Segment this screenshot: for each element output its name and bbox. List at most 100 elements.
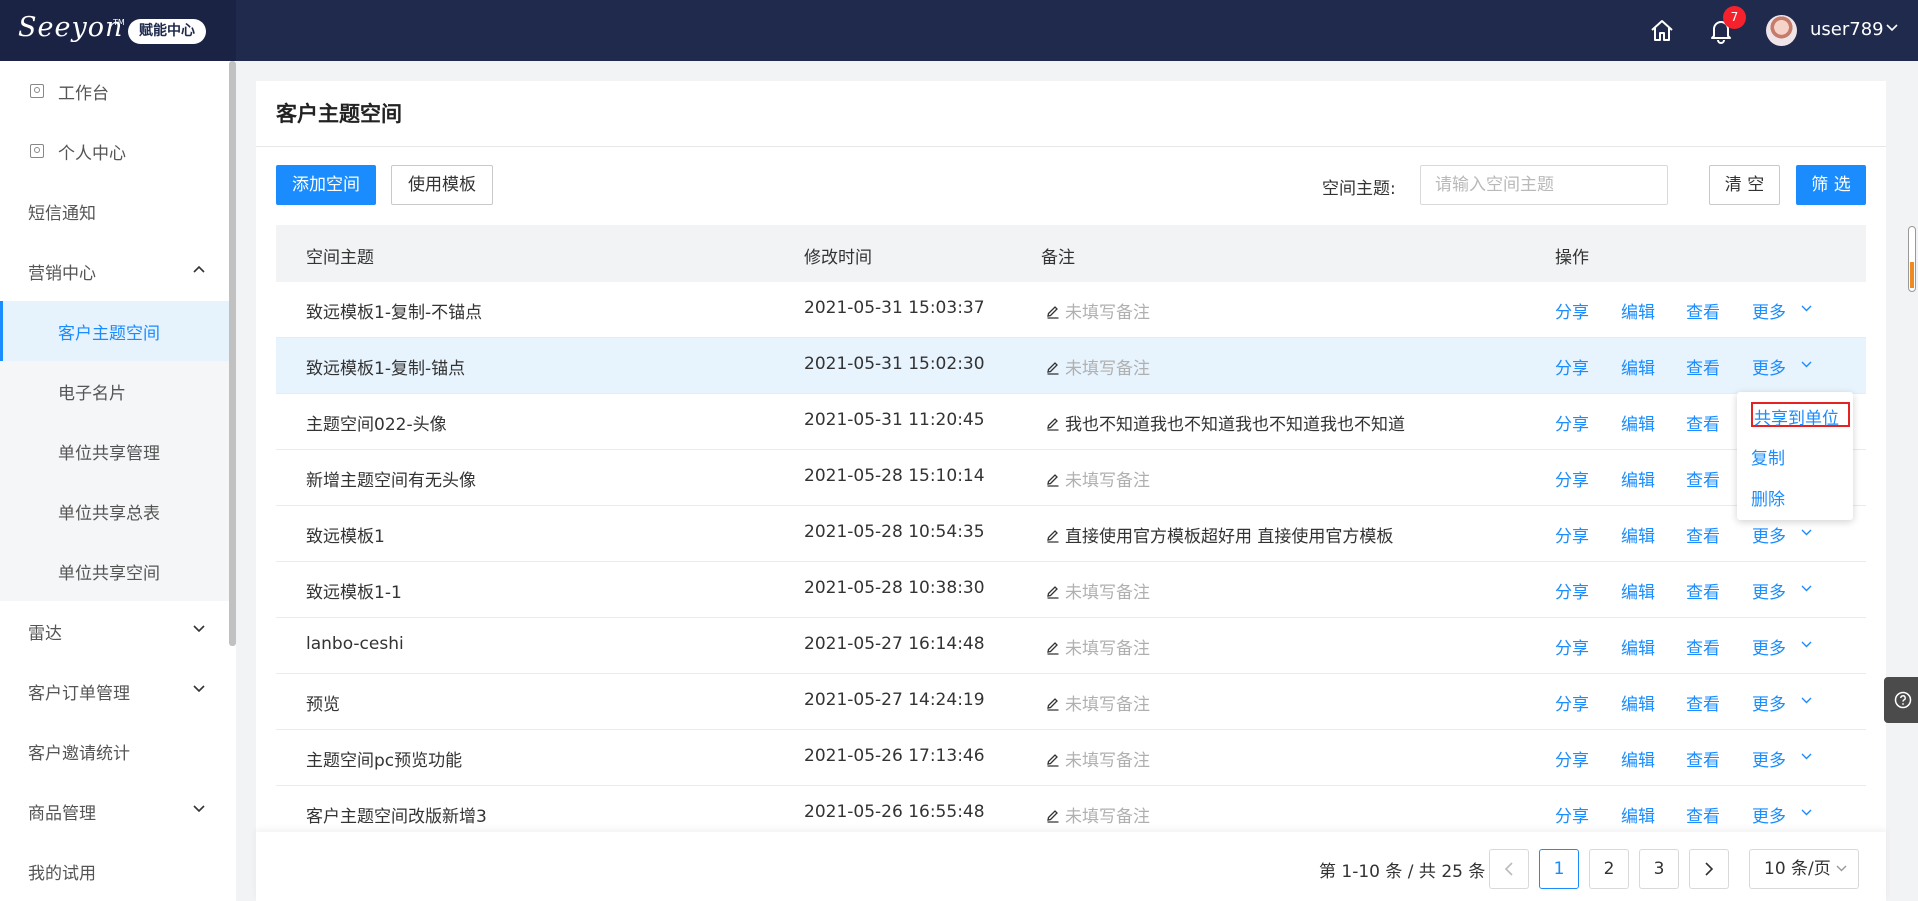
share-action[interactable]: 分享: [1555, 354, 1589, 379]
view-action[interactable]: 查看: [1686, 690, 1720, 715]
table-row[interactable]: 致远模板1 2021-05-28 10:54:35 直接使用官方模板超好用 直接使用…: [276, 506, 1866, 562]
more-action[interactable]: 更多: [1752, 354, 1786, 379]
edit-action[interactable]: 编辑: [1621, 578, 1655, 603]
sidebar-item-sms-notice[interactable]: 短信通知: [0, 181, 229, 241]
more-action[interactable]: 更多: [1752, 802, 1786, 827]
chevron-down-icon[interactable]: [1801, 641, 1812, 648]
share-action[interactable]: 分享: [1555, 634, 1589, 659]
view-action[interactable]: 查看: [1686, 298, 1720, 323]
page-button-1[interactable]: 1: [1539, 849, 1579, 889]
view-action[interactable]: 查看: [1686, 466, 1720, 491]
edit-action[interactable]: 编辑: [1621, 634, 1655, 659]
sidebar-item-order-manage[interactable]: 客户订单管理: [0, 661, 229, 721]
more-action[interactable]: 更多: [1752, 634, 1786, 659]
sidebar-item-unit-share-space[interactable]: 单位共享空间: [0, 541, 229, 601]
edit-action[interactable]: 编辑: [1621, 522, 1655, 547]
page-button-3[interactable]: 3: [1639, 849, 1679, 889]
seeyon-logo[interactable]: Seeyon: [18, 12, 123, 43]
table-row[interactable]: 主题空间pc预览功能 2021-05-26 17:13:46 未填写备注 分享 编辑 查看…: [276, 730, 1866, 786]
add-space-button[interactable]: 添加空间: [276, 165, 376, 205]
table-row[interactable]: 致远模板1-复制-锚点 2021-05-31 15:02:30 未填写备注 分享 编辑 查…: [276, 338, 1866, 394]
sidebar-item-unit-share-manage[interactable]: 单位共享管理: [0, 421, 229, 481]
sidebar-item-e-card[interactable]: 电子名片: [0, 361, 229, 421]
sidebar-item-personal-center[interactable]: 个人中心: [0, 121, 229, 181]
row-note[interactable]: 未填写备注: [1046, 802, 1150, 827]
next-page-button[interactable]: [1689, 849, 1729, 889]
edit-action[interactable]: 编辑: [1621, 690, 1655, 715]
view-action[interactable]: 查看: [1686, 634, 1720, 659]
sidebar-item-workbench[interactable]: 工作台: [0, 61, 229, 121]
view-action[interactable]: 查看: [1686, 746, 1720, 771]
more-action[interactable]: 更多: [1752, 298, 1786, 323]
more-action[interactable]: 更多: [1752, 690, 1786, 715]
row-note[interactable]: 直接使用官方模板超好用 直接使用官方模板: [1046, 522, 1393, 547]
table-row[interactable]: lanbo-ceshi 2021-05-27 16:14:48 未填写备注 分享 编辑 查…: [276, 618, 1866, 674]
chevron-down-icon[interactable]: [1801, 529, 1812, 536]
share-action[interactable]: 分享: [1555, 578, 1589, 603]
more-action[interactable]: 更多: [1752, 578, 1786, 603]
row-note[interactable]: 未填写备注: [1046, 354, 1150, 379]
table-row[interactable]: 预览 2021-05-27 14:24:19 未填写备注 分享 编辑 查看 更多: [276, 674, 1866, 730]
username[interactable]: user789: [1810, 19, 1884, 40]
sidebar-scrollbar[interactable]: [229, 61, 236, 646]
share-action[interactable]: 分享: [1555, 690, 1589, 715]
filter-button[interactable]: 筛 选: [1796, 165, 1866, 205]
share-action[interactable]: 分享: [1555, 466, 1589, 491]
use-template-button[interactable]: 使用模板: [391, 165, 493, 205]
view-action[interactable]: 查看: [1686, 802, 1720, 827]
menu-item-copy[interactable]: 复制: [1751, 444, 1785, 469]
share-action[interactable]: 分享: [1555, 746, 1589, 771]
edit-action[interactable]: 编辑: [1621, 410, 1655, 435]
table-row[interactable]: 致远模板1-复制-不锚点 2021-05-31 15:03:37 未填写备注 分享 编辑…: [276, 282, 1866, 338]
sidebar-item-customer-space[interactable]: 客户主题空间: [0, 301, 229, 361]
edit-action[interactable]: 编辑: [1621, 802, 1655, 827]
chevron-down-icon[interactable]: [1886, 24, 1898, 32]
table-row[interactable]: 主题空间022-头像 2021-05-31 11:20:45 我也不知道我也不知道我…: [276, 394, 1866, 450]
share-action[interactable]: 分享: [1555, 522, 1589, 547]
more-action[interactable]: 更多: [1752, 746, 1786, 771]
help-button[interactable]: [1884, 677, 1918, 723]
chevron-down-icon[interactable]: [1801, 361, 1812, 368]
row-note[interactable]: 未填写备注: [1046, 746, 1150, 771]
edit-action[interactable]: 编辑: [1621, 354, 1655, 379]
chevron-down-icon[interactable]: [1801, 753, 1812, 760]
edit-action[interactable]: 编辑: [1621, 466, 1655, 491]
prev-page-button[interactable]: [1489, 849, 1529, 889]
row-note[interactable]: 未填写备注: [1046, 578, 1150, 603]
edit-action[interactable]: 编辑: [1621, 298, 1655, 323]
main-scrollbar-track[interactable]: [1906, 61, 1918, 901]
sidebar-item-product-manage[interactable]: 商品管理: [0, 781, 229, 841]
sidebar-item-invite-stats[interactable]: 客户邀请统计: [0, 721, 229, 781]
row-note[interactable]: 未填写备注: [1046, 466, 1150, 491]
space-topic-search-input[interactable]: [1420, 165, 1668, 205]
share-action[interactable]: 分享: [1555, 410, 1589, 435]
menu-item-share-to-unit[interactable]: 共享到单位: [1754, 404, 1839, 429]
sidebar-item-my-trial[interactable]: 我的试用: [0, 841, 229, 901]
table-row[interactable]: 新增主题空间有无头像 2021-05-28 15:10:14 未填写备注 分享 编辑 查看…: [276, 450, 1866, 506]
chevron-down-icon[interactable]: [1801, 585, 1812, 592]
page-button-2[interactable]: 2: [1589, 849, 1629, 889]
share-action[interactable]: 分享: [1555, 298, 1589, 323]
clear-button[interactable]: 清 空: [1709, 165, 1780, 205]
view-action[interactable]: 查看: [1686, 578, 1720, 603]
more-action[interactable]: 更多: [1752, 522, 1786, 547]
view-action[interactable]: 查看: [1686, 522, 1720, 547]
chevron-down-icon[interactable]: [1801, 305, 1812, 312]
share-action[interactable]: 分享: [1555, 802, 1589, 827]
page-size-select[interactable]: 10 条/页: [1749, 849, 1859, 889]
edit-action[interactable]: 编辑: [1621, 746, 1655, 771]
view-action[interactable]: 查看: [1686, 354, 1720, 379]
sidebar-item-marketing-center[interactable]: 营销中心: [0, 241, 229, 301]
home-icon[interactable]: [1648, 17, 1676, 45]
view-action[interactable]: 查看: [1686, 410, 1720, 435]
chevron-down-icon[interactable]: [1801, 809, 1812, 816]
sidebar-item-radar[interactable]: 雷达: [0, 601, 229, 661]
menu-item-delete[interactable]: 删除: [1751, 485, 1785, 510]
row-note[interactable]: 我也不知道我也不知道我也不知道我也不知道: [1046, 410, 1405, 435]
sidebar-item-unit-share-summary[interactable]: 单位共享总表: [0, 481, 229, 541]
chevron-down-icon[interactable]: [1801, 697, 1812, 704]
row-note[interactable]: 未填写备注: [1046, 634, 1150, 659]
avatar[interactable]: [1766, 15, 1797, 46]
row-note[interactable]: 未填写备注: [1046, 298, 1150, 323]
row-note[interactable]: 未填写备注: [1046, 690, 1150, 715]
